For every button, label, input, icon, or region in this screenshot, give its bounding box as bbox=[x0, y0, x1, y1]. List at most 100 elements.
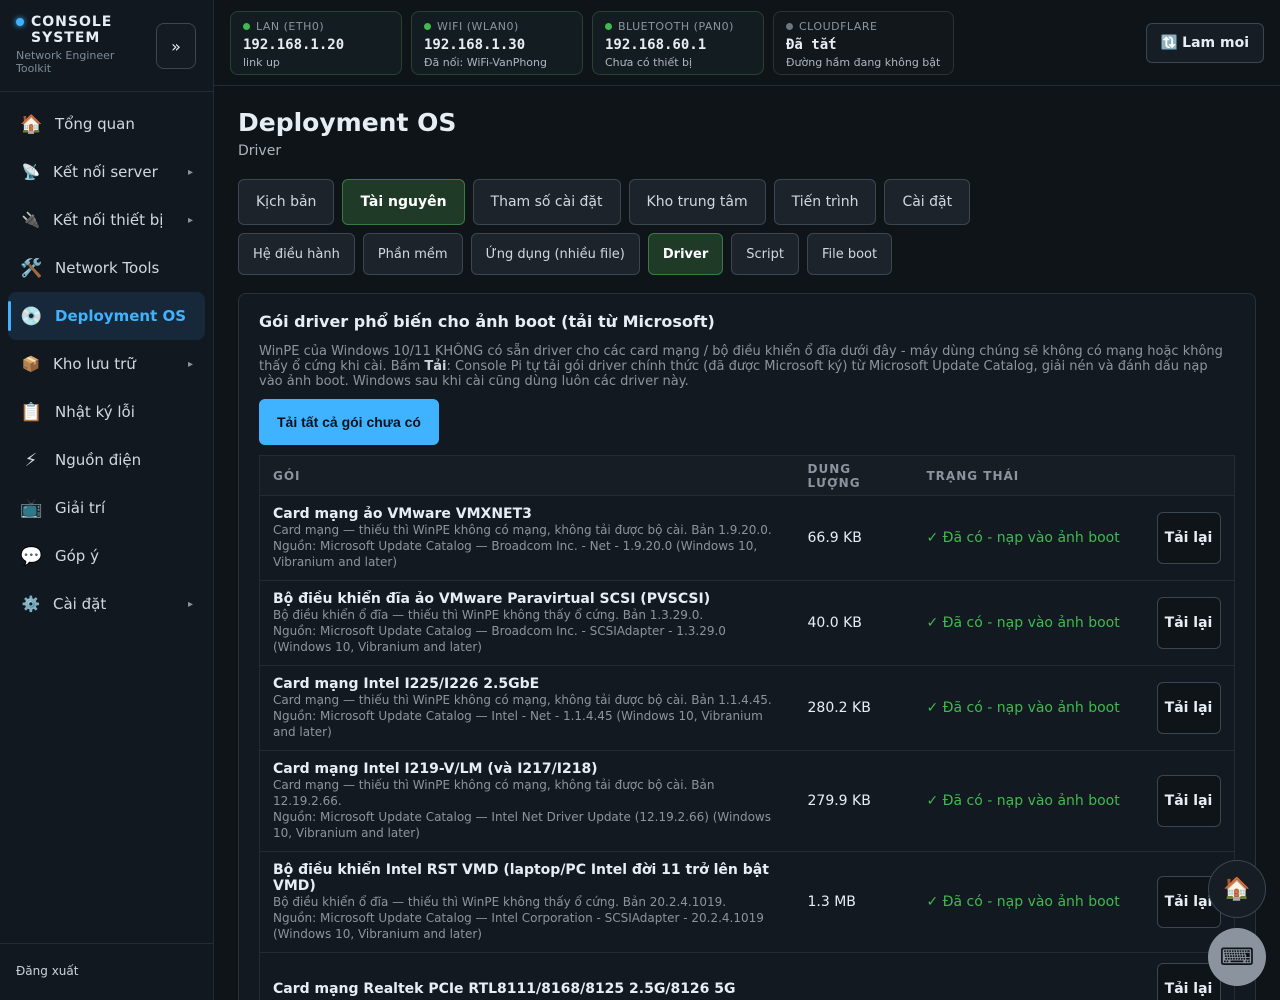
col-package: GÓI bbox=[259, 455, 795, 496]
brand-title: CONSOLE SYSTEM bbox=[31, 14, 113, 46]
sidebar-nav: 🏠 Tổng quan 📡 Kết nối server ▸ 🔌 Kết nối thiết… bbox=[0, 92, 213, 628]
home-icon: 🏠 bbox=[20, 113, 43, 135]
size-cell: 279.9 KB bbox=[807, 793, 871, 809]
package-source: Nguồn: Microsoft Update Catalog — Intel … bbox=[273, 709, 763, 739]
tab-4[interactable]: Tiến trình bbox=[773, 179, 877, 225]
brand: CONSOLE SYSTEM Network Engineer Toolkit … bbox=[0, 0, 213, 92]
package-name: Card mạng Realtek PCIe RTL8111/8168/8125… bbox=[273, 981, 736, 997]
package-description: Card mạng — thiếu thì WinPE không có mạn… bbox=[273, 693, 772, 707]
refresh-label: Lam moi bbox=[1182, 35, 1249, 51]
sidebar-item-label: Nhật ký lỗi bbox=[55, 403, 135, 421]
network-card-note: link up bbox=[243, 56, 280, 69]
network-card-label-row: LAN (ETH0) bbox=[243, 20, 389, 33]
action-cell: Tải lại bbox=[1144, 496, 1235, 581]
sidebar-item-label: Network Tools bbox=[55, 259, 160, 277]
chevron-right-icon: ▸ bbox=[187, 358, 193, 370]
logout-area: Đăng xuất bbox=[0, 943, 213, 1000]
network-card-note: Chưa có thiết bị bbox=[605, 56, 693, 69]
sidebar-item-label: Giải trí bbox=[55, 499, 106, 517]
sidebar-item-10[interactable]: ⚙️ Cài đặt ▸ bbox=[8, 580, 205, 628]
subtab-1[interactable]: Phần mềm bbox=[362, 233, 463, 275]
lightning-icon: ⚡ bbox=[24, 449, 38, 471]
size-cell bbox=[795, 953, 914, 1000]
panel-description: WinPE của Windows 10/11 KHÔNG có sẵn dri… bbox=[259, 344, 1235, 389]
package-cell: Card mạng ảo VMware VMXNET3 Card mạng — t… bbox=[260, 496, 795, 581]
package-name: Card mạng Intel I225/I226 2.5GbE bbox=[273, 676, 540, 692]
package-description: Card mạng — thiếu thì WinPE không có mạn… bbox=[273, 523, 772, 537]
main-tabs: Kịch bản Tài nguyên Tham số cài đặt Kho tru… bbox=[238, 179, 1256, 225]
sidebar-item-1[interactable]: 📡 Kết nối server ▸ bbox=[8, 148, 205, 196]
disc-icon: 💿 bbox=[20, 305, 43, 327]
tab-1[interactable]: Tài nguyên bbox=[342, 179, 465, 225]
panel-title: Gói driver phổ biến cho ảnh boot (tải từ… bbox=[259, 312, 715, 331]
table-row: Card mạng Intel I219-V/LM (và I217/I218)… bbox=[259, 750, 1235, 852]
sidebar-item-4[interactable]: 💿 Deployment OS bbox=[8, 292, 205, 340]
sidebar-item-8[interactable]: 📺 Giải trí bbox=[8, 484, 205, 532]
speech-bubble-icon: 💬 bbox=[20, 545, 43, 567]
sidebar-item-5[interactable]: 📦 Kho lưu trữ ▸ bbox=[8, 340, 205, 388]
col-size: DUNG LƯỢNG bbox=[794, 455, 914, 496]
action-cell: Tải lại bbox=[1144, 666, 1235, 751]
sidebar-item-2[interactable]: 🔌 Kết nối thiết bị ▸ bbox=[8, 196, 205, 244]
status-cell: ✓ Đã có - nạp vào ảnh boot bbox=[926, 793, 1120, 809]
size-cell: 40.0 KB bbox=[807, 615, 862, 631]
sidebar: CONSOLE SYSTEM Network Engineer Toolkit … bbox=[0, 0, 214, 1000]
status-cell: ✓ Đã có - nạp vào ảnh boot bbox=[926, 894, 1120, 910]
package-description: Bộ điều khiển ổ đĩa — thiếu thì WinPE kh… bbox=[273, 608, 704, 622]
package-description: Card mạng — thiếu thì WinPE không có mạn… bbox=[273, 778, 715, 808]
driver-panel: Gói driver phổ biến cho ảnh boot (tải từ… bbox=[238, 293, 1256, 1000]
desc-bold: Tải bbox=[424, 359, 447, 374]
subtab-2[interactable]: Ứng dụng (nhiều file) bbox=[470, 233, 640, 275]
home-fab-button[interactable]: 🏠 bbox=[1208, 860, 1266, 918]
tab-3[interactable]: Kho trung tâm bbox=[628, 179, 766, 225]
package-name: Card mạng ảo VMware VMXNET3 bbox=[273, 506, 532, 522]
sidebar-item-0[interactable]: 🏠 Tổng quan bbox=[8, 100, 205, 148]
subtab-4[interactable]: Script bbox=[731, 233, 799, 275]
main-content: Deployment OS Driver Kịch bản Tài nguyên T… bbox=[238, 86, 1256, 1000]
download-all-button[interactable]: Tải tất cả gói chưa có bbox=[259, 399, 439, 445]
tab-0[interactable]: Kịch bản bbox=[238, 179, 335, 225]
subtab-0[interactable]: Hệ điều hành bbox=[238, 233, 355, 275]
sidebar-item-6[interactable]: 📋 Nhật ký lỗi bbox=[8, 388, 205, 436]
logout-link[interactable]: Đăng xuất bbox=[16, 964, 78, 978]
gear-icon: ⚙️ bbox=[21, 595, 41, 613]
sidebar-item-7[interactable]: ⚡ Nguồn điện bbox=[8, 436, 205, 484]
sidebar-item-3[interactable]: 🛠️ Network Tools bbox=[8, 244, 205, 292]
subtab-3[interactable]: Driver bbox=[647, 233, 724, 275]
sidebar-item-label: Nguồn điện bbox=[55, 451, 142, 469]
collapse-sidebar-button[interactable]: » bbox=[156, 23, 196, 69]
refresh-button[interactable]: 🔃 Lam moi bbox=[1145, 23, 1264, 63]
refresh-icon: 🔃 bbox=[1160, 35, 1179, 51]
package-cell: Bộ điều khiển Intel RST VMD (laptop/PC I… bbox=[260, 852, 795, 953]
network-card-1: WIFI (WLAN0) 192.168.1.30 Đã nối: WiFi-Van… bbox=[411, 11, 583, 75]
reload-button[interactable]: Tải lại bbox=[1156, 512, 1221, 564]
sidebar-item-9[interactable]: 💬 Góp ý bbox=[8, 532, 205, 580]
tab-2[interactable]: Tham số cài đặt bbox=[472, 179, 621, 225]
sidebar-item-label: Tổng quan bbox=[55, 115, 135, 133]
package-source: Nguồn: Microsoft Update Catalog — Intel … bbox=[273, 810, 771, 840]
network-card-note: Đường hầm đang không bật bbox=[786, 56, 941, 69]
network-card-label-row: WIFI (WLAN0) bbox=[424, 20, 570, 33]
network-card-value: Đã tắt bbox=[786, 37, 837, 53]
home-icon: 🏠 bbox=[1223, 876, 1251, 902]
reload-button[interactable]: Tải lại bbox=[1156, 597, 1221, 649]
tv-icon: 📺 bbox=[20, 497, 43, 519]
reload-button[interactable]: Tải lại bbox=[1156, 775, 1221, 827]
keyboard-fab-button[interactable]: ⌨ bbox=[1208, 928, 1266, 986]
col-action bbox=[1143, 455, 1235, 496]
tab-5[interactable]: Cài đặt bbox=[884, 179, 971, 225]
network-card-value: 192.168.1.20 bbox=[243, 37, 345, 53]
status-dot-icon bbox=[605, 23, 612, 30]
sidebar-item-label: Deployment OS bbox=[55, 307, 187, 325]
status-cell: ✓ Đã có - nạp vào ảnh boot bbox=[926, 615, 1120, 631]
subtab-5[interactable]: File boot bbox=[806, 233, 893, 275]
package-source: Nguồn: Microsoft Update Catalog — Broadc… bbox=[273, 624, 726, 654]
package-icon: 📦 bbox=[21, 355, 41, 373]
reload-button[interactable]: Tải lại bbox=[1156, 682, 1221, 734]
table-row: Card mạng Realtek PCIe RTL8111/8168/8125… bbox=[259, 952, 1235, 1000]
satellite-icon: 📡 bbox=[21, 163, 41, 181]
network-card-label: LAN (ETH0) bbox=[256, 20, 325, 33]
package-name: Bộ điều khiển Intel RST VMD (laptop/PC I… bbox=[273, 862, 769, 894]
size-cell: 66.9 KB bbox=[807, 530, 862, 546]
table-row: Card mạng ảo VMware VMXNET3 Card mạng — t… bbox=[259, 495, 1235, 581]
